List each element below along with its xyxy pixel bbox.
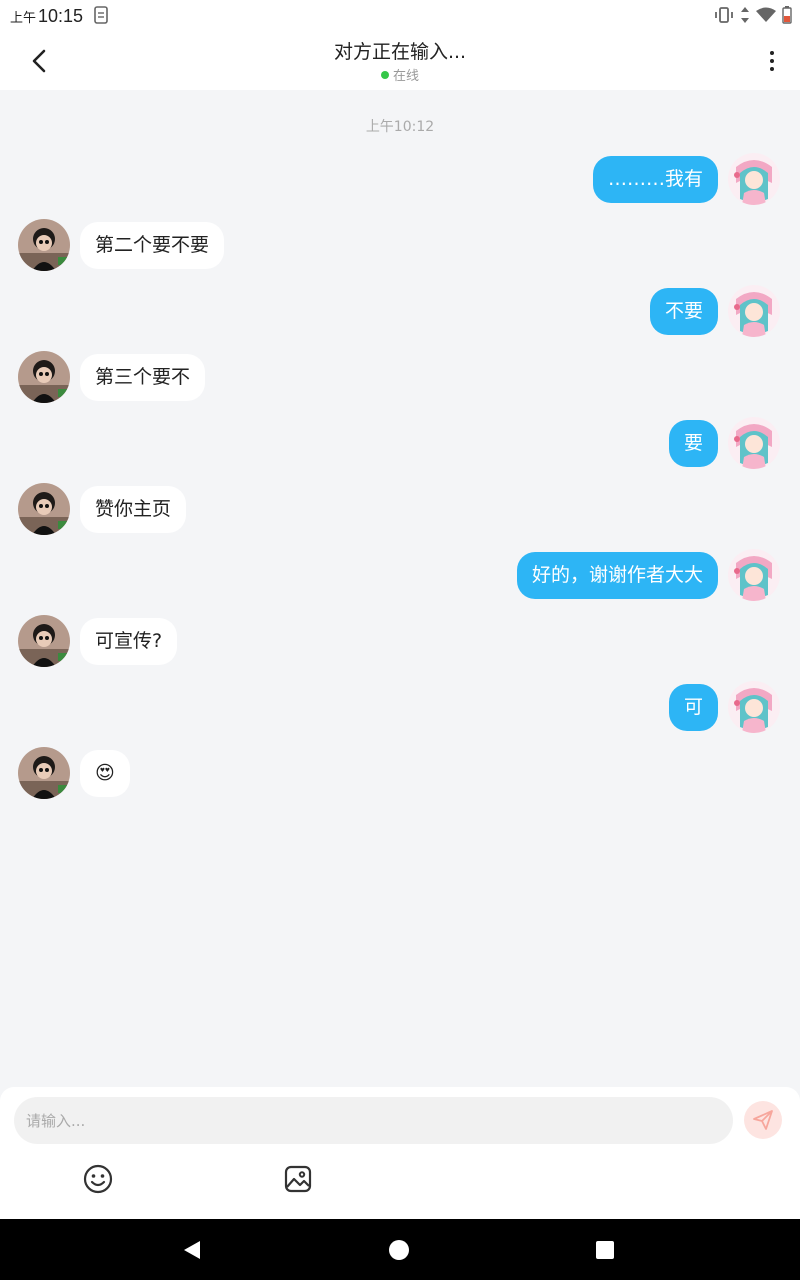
avatar-illustration-icon bbox=[728, 549, 780, 601]
peer-avatar[interactable] bbox=[18, 219, 70, 271]
message-bubble[interactable]: 不要 bbox=[649, 287, 718, 335]
status-bar: 上午 10:15 bbox=[0, 0, 800, 32]
avatar-photo-icon bbox=[18, 615, 70, 667]
chevron-left-icon bbox=[32, 49, 46, 73]
image-button[interactable] bbox=[282, 1163, 314, 1195]
data-arrows-icon bbox=[741, 7, 749, 23]
status-clock: 上午 10:15 bbox=[10, 6, 83, 27]
avatar-illustration-icon bbox=[728, 153, 780, 205]
avatar-photo-icon bbox=[18, 747, 70, 799]
online-dot-icon bbox=[380, 70, 389, 79]
nav-recents-icon bbox=[596, 1241, 614, 1259]
chat-message-outgoing: 可 bbox=[668, 681, 780, 733]
chat-message-outgoing: 好的，谢谢作者大大 bbox=[516, 549, 780, 601]
message-bubble[interactable]: ………我有 bbox=[592, 155, 718, 203]
status-time: 10:15 bbox=[38, 6, 84, 26]
nav-recents-button[interactable] bbox=[592, 1237, 618, 1263]
message-bubble[interactable]: 赞你主页 bbox=[80, 485, 187, 533]
chat-message-incoming: 赞你主页 bbox=[18, 483, 187, 535]
chat-timestamp: 上午10:12 bbox=[365, 119, 435, 135]
title-block: 对方正在输入... 在线 bbox=[200, 40, 600, 84]
more-options-button[interactable] bbox=[764, 46, 780, 76]
peer-avatar[interactable] bbox=[18, 615, 70, 667]
message-bubble[interactable]: 😍 bbox=[80, 749, 130, 797]
document-icon bbox=[94, 6, 108, 24]
chat-message-incoming: 😍 bbox=[18, 747, 130, 799]
emoji-button[interactable] bbox=[82, 1163, 114, 1195]
avatar-illustration-icon bbox=[728, 285, 780, 337]
message-bubble[interactable]: 第二个要不要 bbox=[80, 221, 225, 269]
nav-home-icon bbox=[389, 1240, 409, 1260]
message-bubble[interactable]: 要 bbox=[668, 419, 718, 467]
avatar-photo-icon bbox=[18, 483, 70, 535]
peer-avatar[interactable] bbox=[18, 351, 70, 403]
more-dot bbox=[770, 51, 774, 55]
more-dot bbox=[770, 59, 774, 63]
message-bubble[interactable]: 可 bbox=[668, 683, 718, 731]
self-avatar[interactable] bbox=[728, 153, 780, 205]
avatar-photo-icon bbox=[18, 351, 70, 403]
avatar-photo-icon bbox=[18, 219, 70, 271]
status-icons bbox=[714, 6, 792, 24]
message-bubble[interactable]: 可宣传? bbox=[80, 617, 178, 665]
back-button[interactable] bbox=[24, 46, 54, 76]
chat-header: 对方正在输入... 在线 bbox=[0, 32, 800, 90]
wifi-icon bbox=[756, 7, 776, 22]
status-ampm: 上午 bbox=[10, 10, 37, 25]
message-bubble[interactable]: 第三个要不 bbox=[80, 353, 206, 401]
image-icon bbox=[284, 1165, 312, 1193]
avatar-illustration-icon bbox=[728, 681, 780, 733]
self-avatar[interactable] bbox=[728, 681, 780, 733]
self-avatar[interactable] bbox=[728, 417, 780, 469]
message-bubble[interactable]: 好的，谢谢作者大大 bbox=[516, 551, 718, 599]
page-title: 对方正在输入... bbox=[333, 41, 467, 63]
self-avatar[interactable] bbox=[728, 549, 780, 601]
chat-message-outgoing: 要 bbox=[668, 417, 780, 469]
nav-back-icon bbox=[184, 1241, 200, 1259]
composer-panel bbox=[0, 1087, 800, 1219]
vibrate-icon bbox=[715, 7, 733, 23]
peer-avatar[interactable] bbox=[18, 483, 70, 535]
chat-message-outgoing: ………我有 bbox=[592, 153, 780, 205]
peer-avatar[interactable] bbox=[18, 747, 70, 799]
emoji-icon bbox=[83, 1164, 113, 1194]
system-nav-bar bbox=[0, 1219, 800, 1280]
chat-message-incoming: 第三个要不 bbox=[18, 351, 206, 403]
nav-home-button[interactable] bbox=[386, 1237, 412, 1263]
send-button[interactable] bbox=[744, 1101, 782, 1139]
self-avatar[interactable] bbox=[728, 285, 780, 337]
chat-message-outgoing: 不要 bbox=[649, 285, 780, 337]
chat-message-incoming: 可宣传? bbox=[18, 615, 178, 667]
chat-message-incoming: 第二个要不要 bbox=[18, 219, 225, 271]
presence-status: 在线 bbox=[200, 65, 600, 84]
nav-back-button[interactable] bbox=[178, 1237, 204, 1263]
battery-icon bbox=[782, 6, 792, 24]
more-dot bbox=[770, 67, 774, 71]
send-icon bbox=[753, 1110, 773, 1130]
message-input[interactable] bbox=[14, 1097, 733, 1144]
avatar-illustration-icon bbox=[728, 417, 780, 469]
presence-label: 在线 bbox=[392, 69, 419, 84]
